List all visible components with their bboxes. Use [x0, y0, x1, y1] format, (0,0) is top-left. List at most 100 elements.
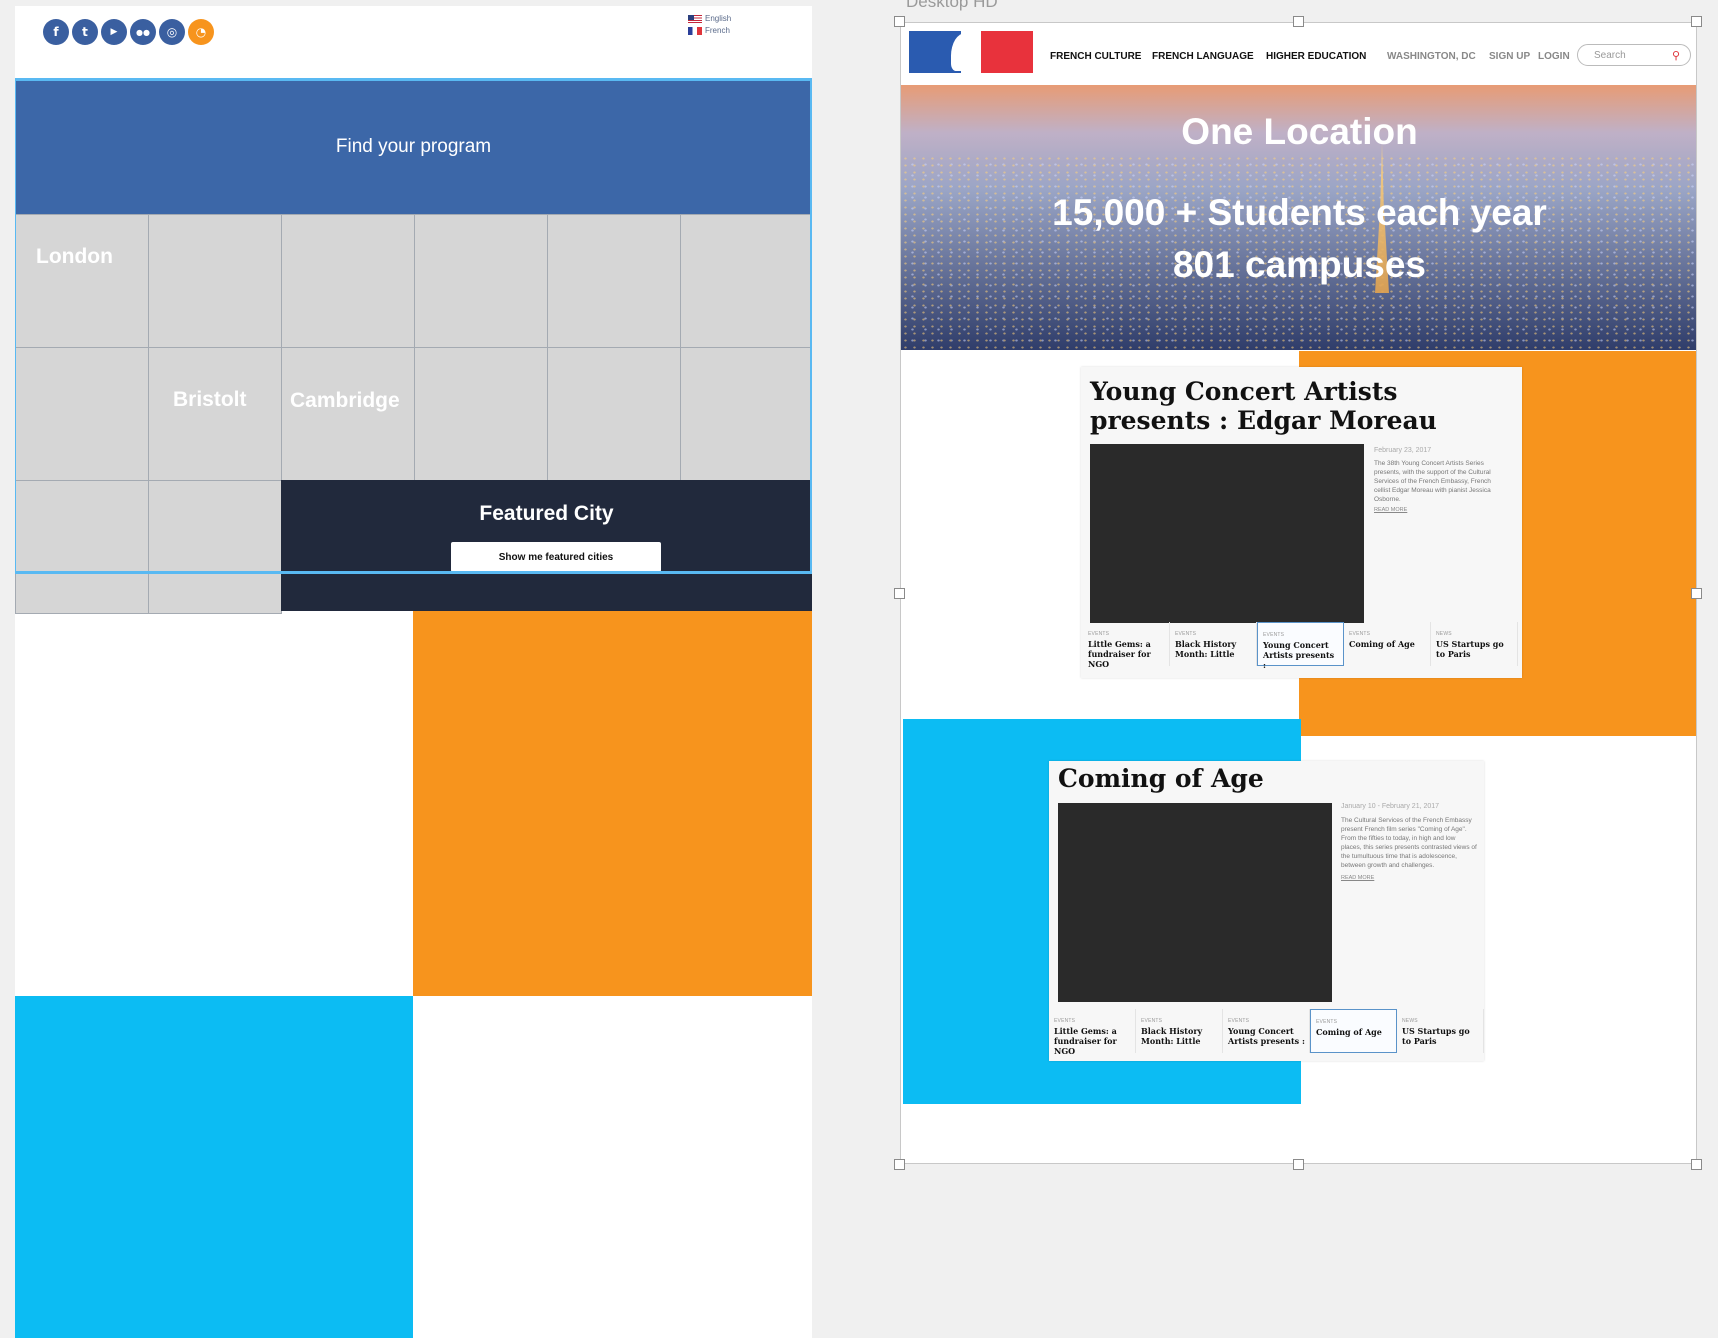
city-tile[interactable]	[547, 347, 681, 481]
edgar-moreau-photo[interactable]	[1090, 444, 1364, 623]
nav-french-language[interactable]: FRENCH LANGUAGE	[1152, 51, 1254, 62]
tab-item[interactable]: NEWS US Startups go to Paris	[1431, 622, 1518, 666]
nav-higher-education[interactable]: HIGHER EDUCATION	[1266, 51, 1366, 62]
city-tile[interactable]	[281, 214, 415, 348]
tab-item[interactable]: NEWS US Startups go to Paris	[1397, 1009, 1484, 1053]
flickr-icon[interactable]: ●●	[130, 19, 156, 45]
tab-title: Young Concert Artists presents :	[1263, 640, 1335, 670]
tab-title: US Startups go to Paris	[1402, 1026, 1470, 1046]
city-tile[interactable]	[680, 214, 812, 348]
find-program-label: Find your program	[335, 136, 492, 157]
hero-students: 15,000 + Students each year	[1052, 192, 1547, 233]
city-tile[interactable]	[680, 347, 812, 481]
card-tabs: EVENTS Little Gems: a fundraiser for NGO …	[1049, 1009, 1484, 1056]
tab-category: EVENTS	[1054, 1018, 1076, 1024]
nav-french-culture[interactable]: FRENCH CULTURE	[1050, 51, 1141, 62]
tab-category: NEWS	[1436, 631, 1452, 637]
tab-category: EVENTS	[1263, 632, 1285, 638]
city-tile-london[interactable]: London	[15, 214, 149, 348]
tab-title: Black History Month: Little	[1141, 1026, 1203, 1046]
read-more-link[interactable]: READ MORE	[1374, 507, 1407, 513]
hero-campuses: 801 campuses	[1172, 244, 1426, 285]
tab-category: EVENTS	[1175, 631, 1197, 637]
tab-title: Little Gems: a fundraiser for NGO	[1054, 1026, 1117, 1056]
show-featured-cities-button[interactable]: Show me featured cities	[451, 542, 661, 572]
tab-title: US Startups go to Paris	[1436, 639, 1504, 659]
tab-item[interactable]: EVENTS Little Gems: a fundraiser for NGO	[1049, 1009, 1136, 1056]
marianne-icon	[951, 33, 975, 71]
city-tile[interactable]	[414, 347, 548, 481]
resize-handle-br[interactable]	[1691, 1159, 1702, 1170]
twitter-icon[interactable]: t	[72, 19, 98, 45]
card-title[interactable]: Coming of Age	[1058, 764, 1264, 793]
card-tabs: EVENTS Little Gems: a fundraiser for NGO …	[1083, 622, 1518, 670]
desktop-artboard: FRENCH CULTURE FRENCH LANGUAGE HIGHER ED…	[900, 22, 1697, 1164]
resize-handle-bl[interactable]	[894, 1159, 905, 1170]
tab-category: EVENTS	[1088, 631, 1110, 637]
language-switcher: English French	[688, 13, 731, 37]
card-description: The 38th Young Concert Artists Series pr…	[1374, 460, 1491, 503]
event-card: Young Concert Artists presents : Edgar M…	[1081, 367, 1522, 678]
hero-heading: One Location	[1181, 111, 1418, 152]
social-icons: f t ▶ ●● ◎ ◔	[43, 19, 214, 45]
nav-location[interactable]: WASHINGTON, DC	[1387, 51, 1476, 62]
nav-login[interactable]: LOGIN	[1538, 51, 1570, 62]
city-tile[interactable]	[148, 214, 282, 348]
search-placeholder: Search	[1594, 50, 1626, 61]
tab-item[interactable]: EVENTS Young Concert Artists presents :	[1223, 1009, 1310, 1053]
nav-sign-up[interactable]: SIGN UP	[1489, 51, 1530, 62]
resize-handle-mr[interactable]	[1691, 588, 1702, 599]
facebook-icon[interactable]: f	[43, 19, 69, 45]
tab-title: Little Gems: a fundraiser for NGO	[1088, 639, 1151, 669]
lang-english[interactable]: English	[688, 13, 731, 25]
tab-item-active[interactable]: EVENTS Young Concert Artists presents :	[1257, 622, 1344, 670]
resize-handle-tl[interactable]	[894, 16, 905, 27]
card-date: February 23, 2017	[1374, 447, 1432, 454]
tab-item[interactable]: EVENTS Black History Month: Little	[1170, 622, 1257, 666]
tab-category: EVENTS	[1228, 1018, 1250, 1024]
us-flag-icon	[688, 15, 702, 23]
city-tile[interactable]	[15, 480, 149, 614]
city-tile[interactable]	[414, 214, 548, 348]
instagram-icon[interactable]: ◎	[159, 19, 185, 45]
tab-item-active[interactable]: EVENTS Coming of Age	[1310, 1009, 1397, 1053]
card-title[interactable]: Young Concert Artists presents : Edgar M…	[1090, 377, 1510, 435]
mobile-artboard: f t ▶ ●● ◎ ◔ English French Find your pr…	[15, 6, 812, 1338]
city-tile[interactable]	[15, 347, 149, 481]
hero-banner: One Location 15,000 + Students each year…	[901, 85, 1696, 350]
city-tile-cambridge[interactable]: Cambridge	[281, 347, 415, 481]
lang-french[interactable]: French	[688, 25, 731, 37]
card-date: January 10 - February 21, 2017	[1341, 803, 1440, 810]
tab-item[interactable]: EVENTS Black History Month: Little	[1136, 1009, 1223, 1053]
search-icon[interactable]: ⚲	[1672, 49, 1680, 62]
resize-handle-tc[interactable]	[1293, 16, 1304, 27]
resize-handle-ml[interactable]	[894, 588, 905, 599]
event-card: Coming of Age January 10 - February 21, …	[1049, 761, 1484, 1061]
marianne-logo[interactable]	[909, 31, 1033, 73]
resize-handle-tr[interactable]	[1691, 16, 1702, 27]
youtube-icon[interactable]: ▶	[101, 19, 127, 45]
city-tile[interactable]	[148, 480, 282, 614]
read-more-link[interactable]: READ MORE	[1341, 875, 1374, 881]
tab-title: Coming of Age	[1316, 1027, 1382, 1037]
city-label: London	[36, 245, 113, 268]
tab-item[interactable]: EVENTS Little Gems: a fundraiser for NGO	[1083, 622, 1170, 669]
artboard-label: Desktop HD	[906, 0, 998, 11]
rss-icon[interactable]: ◔	[188, 19, 214, 45]
hero-subheading: 15,000 + Students each year 801 campuses	[901, 187, 1696, 291]
resize-handle-bc[interactable]	[1293, 1159, 1304, 1170]
city-tile[interactable]	[547, 214, 681, 348]
tab-category: EVENTS	[1141, 1018, 1163, 1024]
tab-item[interactable]: EVENTS Coming of Age	[1344, 622, 1431, 666]
find-program-banner[interactable]: Find your program	[15, 80, 812, 214]
city-tile-bristol[interactable]: Bristolt	[148, 347, 282, 481]
coming-of-age-photo[interactable]	[1058, 803, 1332, 1002]
tab-category: EVENTS	[1316, 1019, 1338, 1025]
orange-block	[413, 611, 812, 996]
tab-category: EVENTS	[1349, 631, 1371, 637]
cyan-block	[15, 996, 413, 1338]
tab-category: NEWS	[1402, 1018, 1418, 1024]
featured-city-title: Featured City	[479, 502, 614, 525]
city-label: Bristolt	[173, 388, 247, 411]
search-input[interactable]: Search ⚲	[1577, 44, 1691, 66]
